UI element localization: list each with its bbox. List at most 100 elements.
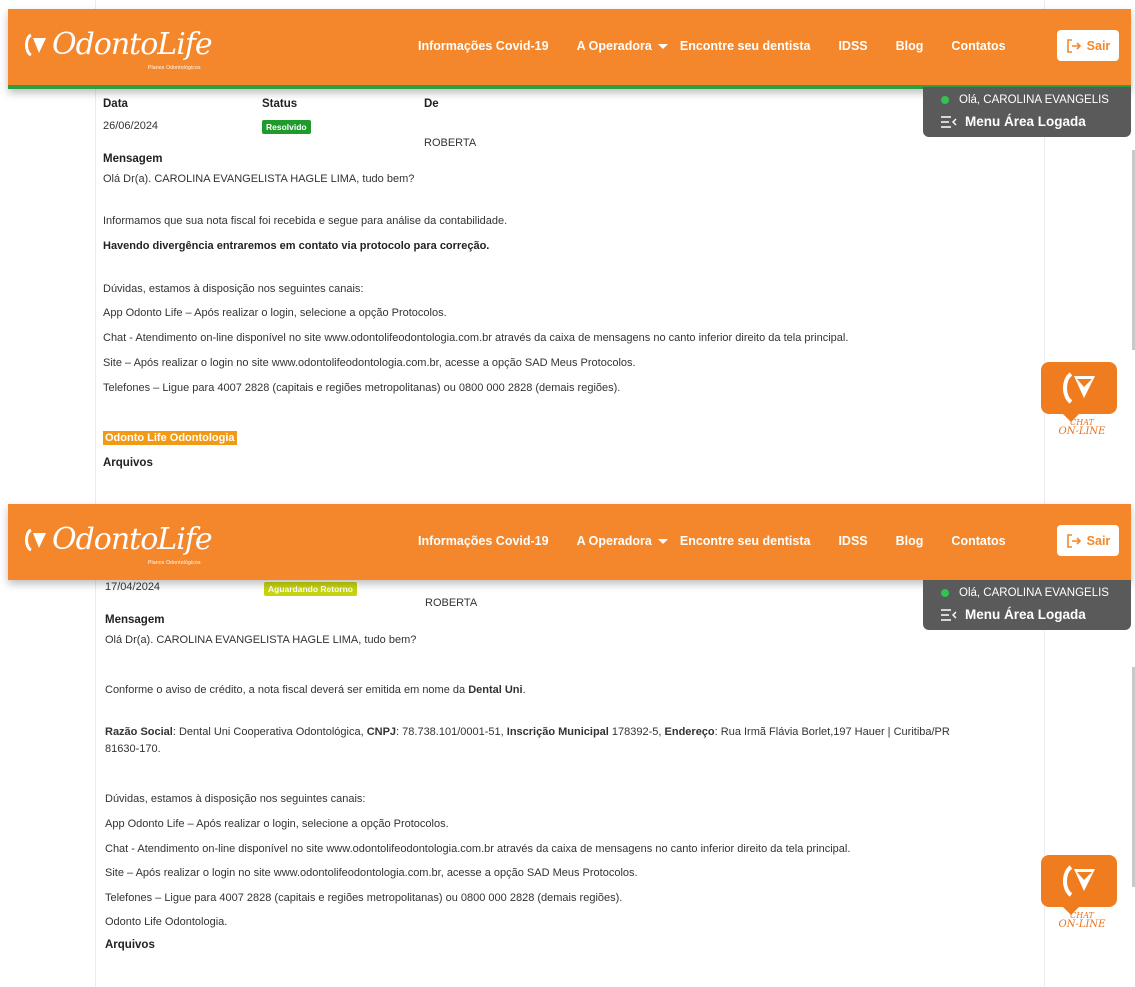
chat-bubble: [1041, 362, 1117, 414]
column-header-status: Status: [262, 98, 298, 110]
message-date: 17/04/2024: [105, 581, 161, 593]
nav-contatos[interactable]: Contatos: [951, 39, 1005, 53]
nav-covid[interactable]: Informações Covid-19: [418, 534, 549, 548]
message-line: Site – Após realizar o login no site www…: [105, 867, 638, 879]
chevron-down-icon: [657, 538, 668, 544]
logout-icon: [1066, 533, 1081, 548]
message-line-credit: Conforme o aviso de crédito, a nota fisc…: [105, 684, 526, 696]
razao-value: : Dental Uni Cooperativa Odontológica,: [172, 726, 367, 738]
message-panel-2: OdontoLife Planos Odontológicos Informaç…: [0, 497, 1135, 987]
brand-logo[interactable]: OdontoLife Planos Odontológicos: [22, 27, 213, 73]
message-line: Informamos que sua nota fiscal foi receb…: [103, 215, 508, 227]
logo-icon: [25, 528, 46, 552]
company-details: Razão Social: Dental Uni Cooperativa Odo…: [105, 726, 950, 738]
razao-label: Razão Social: [105, 726, 173, 738]
endereco-label: Endereço: [664, 726, 715, 738]
message-line: App Odonto Life – Após realizar o login,…: [105, 818, 449, 830]
chevron-down-icon: [657, 43, 668, 49]
chat-label-line2: ON-LINE: [1058, 919, 1106, 930]
files-label: Arquivos: [103, 457, 153, 469]
message-line: Telefones – Ligue para 4007 2828 (capita…: [105, 892, 623, 904]
credit-end: .: [522, 684, 526, 696]
brand-subtitle: Planos Odontológicos: [148, 560, 201, 566]
message-line: Telefones – Ligue para 4007 2828 (capita…: [103, 382, 621, 394]
message-line: Dúvidas, estamos à disposição nos seguin…: [103, 283, 364, 295]
nav-contatos[interactable]: Contatos: [951, 534, 1005, 548]
chat-label-line2: ON-LINE: [1058, 426, 1106, 437]
logout-label: Sair: [1086, 533, 1111, 548]
message-date: 26/06/2024: [103, 120, 159, 132]
nav-blog[interactable]: Blog: [896, 39, 924, 53]
menu-label: Menu Área Logada: [965, 114, 1086, 129]
message-signature: Odonto Life Odontologia.: [105, 916, 228, 928]
menu-collapse-icon: [941, 115, 957, 128]
nav-operadora[interactable]: A Operadora: [577, 534, 668, 548]
chat-bubble: [1041, 855, 1117, 907]
message-line: Chat - Atendimento on-line disponível no…: [105, 843, 851, 855]
endereco-continued: 81630-170.: [105, 743, 161, 755]
nav-operadora-label: A Operadora: [576, 39, 652, 53]
logged-area-menu-button[interactable]: Menu Área Logada: [941, 607, 1086, 622]
user-greeting: Olá, CAROLINA EVANGELIS: [941, 94, 1109, 106]
im-value: 178392-5,: [608, 726, 665, 738]
message-label: Mensagem: [103, 153, 163, 165]
credit-company: Dental Uni: [468, 684, 523, 696]
brand-subtitle: Planos Odontológicos: [148, 65, 201, 71]
message-line: Site – Após realizar o login no site www…: [103, 357, 636, 369]
chat-logo-icon: [1063, 865, 1095, 897]
message-from: ROBERTA: [425, 597, 478, 609]
im-label: Inscrição Municipal: [506, 726, 609, 738]
files-label: Arquivos: [105, 939, 155, 951]
user-menu-box: Olá, CAROLINA EVANGELIS Menu Área Logada: [923, 87, 1131, 137]
logout-button[interactable]: Sair: [1057, 30, 1119, 61]
menu-collapse-icon: [941, 608, 957, 621]
message-greeting: Olá Dr(a). CAROLINA EVANGELISTA HAGLE LI…: [103, 173, 415, 185]
nav-blog[interactable]: Blog: [896, 534, 924, 548]
user-greeting-text: Olá, CAROLINA EVANGELIS: [959, 94, 1109, 106]
menu-label: Menu Área Logada: [965, 607, 1086, 622]
cnpj-label: CNPJ: [366, 726, 397, 738]
user-greeting-text: Olá, CAROLINA EVANGELIS: [959, 587, 1109, 599]
status-badge: Resolvido: [262, 120, 311, 134]
chat-logo-icon: [1063, 372, 1095, 404]
brand-name: OdontoLife: [52, 522, 213, 557]
logout-icon: [1066, 38, 1081, 53]
chat-label: CHAT ON-LINE: [1049, 418, 1115, 437]
chat-online-widget[interactable]: CHAT ON-LINE: [1041, 362, 1117, 442]
message-greeting: Olá Dr(a). CAROLINA EVANGELISTA HAGLE LI…: [105, 634, 417, 646]
logo-icon: [25, 33, 46, 57]
online-status-icon: [941, 96, 949, 104]
chat-label: CHAT ON-LINE: [1049, 911, 1115, 930]
endereco-value: : Rua Irmã Flávia Borlet,197 Hauer | Cur…: [714, 726, 950, 738]
nav-operadora[interactable]: A Operadora: [577, 39, 668, 53]
nav-encontre-dentista[interactable]: Encontre seu dentista: [680, 39, 811, 53]
logged-area-menu-button[interactable]: Menu Área Logada: [941, 114, 1086, 129]
user-menu-box: Olá, CAROLINA EVANGELIS Menu Área Logada: [923, 580, 1131, 630]
message-label: Mensagem: [105, 614, 165, 626]
column-header-de: De: [424, 98, 439, 110]
column-header-data: Data: [103, 98, 128, 110]
main-nav: Informações Covid-19 A Operadora Encontr…: [418, 39, 1034, 53]
credit-text: Conforme o aviso de crédito, a nota fisc…: [105, 684, 469, 696]
user-greeting: Olá, CAROLINA EVANGELIS: [941, 587, 1109, 599]
nav-operadora-label: A Operadora: [576, 534, 652, 548]
chat-online-widget[interactable]: CHAT ON-LINE: [1041, 855, 1117, 935]
main-nav: Informações Covid-19 A Operadora Encontr…: [418, 534, 1034, 548]
brand-name: OdontoLife: [52, 27, 213, 62]
message-line-bold: Havendo divergência entraremos em contat…: [103, 240, 490, 252]
message-signature: Odonto Life Odontologia: [103, 431, 237, 445]
nav-idss[interactable]: IDSS: [838, 534, 867, 548]
cnpj-value: : 78.738.101/0001-51,: [396, 726, 507, 738]
nav-covid[interactable]: Informações Covid-19: [418, 39, 549, 53]
nav-encontre-dentista[interactable]: Encontre seu dentista: [680, 534, 811, 548]
top-navbar: OdontoLife Planos Odontológicos Informaç…: [8, 9, 1131, 89]
logout-label: Sair: [1086, 38, 1111, 53]
logout-button[interactable]: Sair: [1057, 525, 1119, 556]
online-status-icon: [941, 589, 949, 597]
message-from: ROBERTA: [424, 137, 477, 149]
message-panel-1: OdontoLife Planos Odontológicos Informaç…: [0, 0, 1135, 497]
top-navbar: OdontoLife Planos Odontológicos Informaç…: [8, 504, 1131, 580]
brand-logo[interactable]: OdontoLife Planos Odontológicos: [22, 522, 213, 568]
message-line: Chat - Atendimento on-line disponível no…: [103, 332, 849, 344]
nav-idss[interactable]: IDSS: [838, 39, 867, 53]
